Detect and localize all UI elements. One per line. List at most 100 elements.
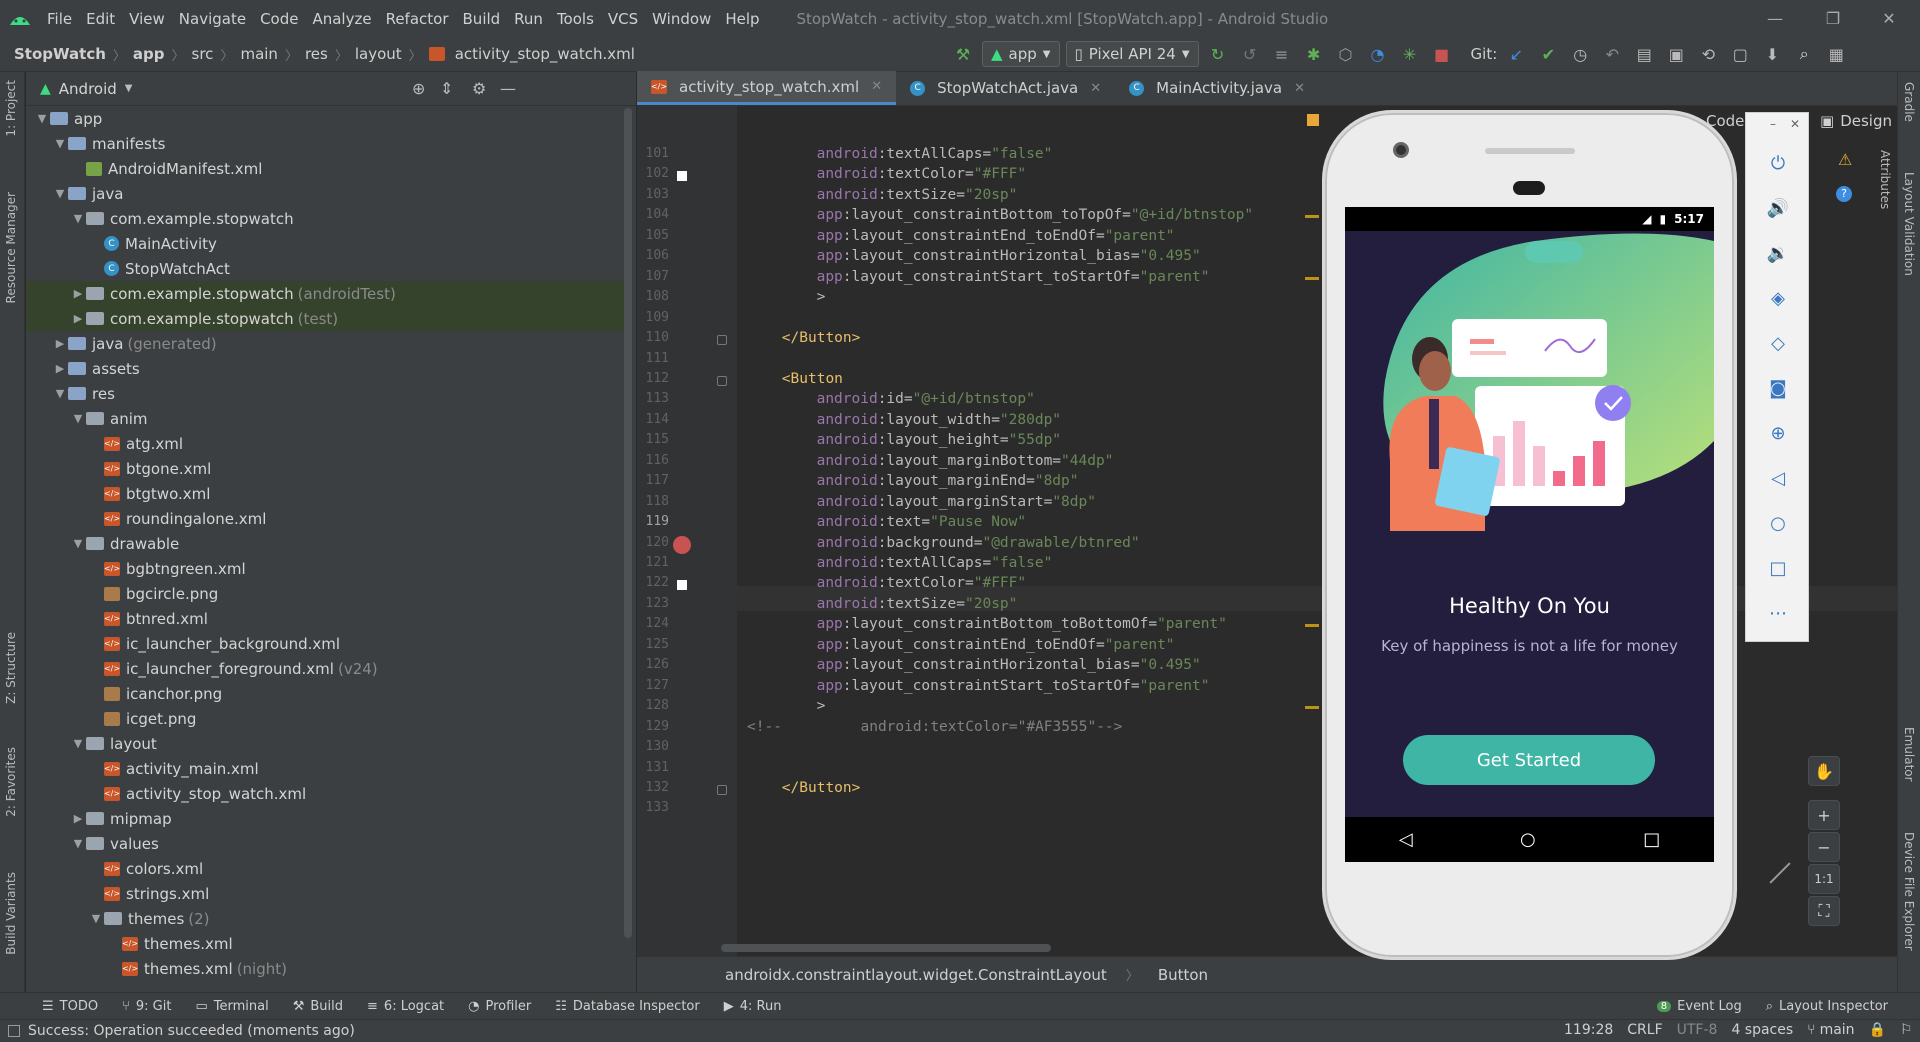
lock-icon[interactable]: 🔒: [1869, 1022, 1886, 1038]
expanded-arrow-icon[interactable]: ▼: [70, 212, 86, 225]
menu-view[interactable]: View: [122, 10, 172, 28]
sdk-manager-icon[interactable]: ⬇: [1759, 41, 1785, 67]
code-line[interactable]: app:layout_constraintStart_toStartOf="pa…: [747, 678, 1210, 694]
menu-edit[interactable]: Edit: [79, 10, 122, 28]
tree-item[interactable]: icanchor.png: [26, 681, 624, 706]
expanded-arrow-icon[interactable]: ▼: [88, 912, 104, 925]
tree-item[interactable]: ▼ themes (2): [26, 906, 624, 931]
tree-item[interactable]: ▶ com.example.stopwatch (test): [26, 306, 624, 331]
git-history-icon[interactable]: ◷: [1567, 41, 1593, 67]
device-select[interactable]: ▯ Pixel API 24 ▼: [1065, 41, 1199, 67]
zoom-in-icon[interactable]: +: [1808, 800, 1840, 830]
warning-stripe-marker[interactable]: [1305, 706, 1319, 710]
tree-item[interactable]: ▶ java (generated): [26, 331, 624, 356]
stop-icon[interactable]: ■: [1429, 41, 1455, 67]
code-line[interactable]: android:background="@drawable/btnred": [747, 535, 1140, 551]
device-file-explorer-tool-tab[interactable]: Device File Explorer: [1902, 832, 1916, 951]
bottom-tool-build[interactable]: ⚒ Build: [281, 999, 355, 1014]
resource-manager-tool-tab[interactable]: Resource Manager: [4, 192, 18, 303]
tree-item[interactable]: ▼ drawable: [26, 531, 624, 556]
breadcrumb-file[interactable]: activity_stop_watch.xml: [451, 45, 639, 63]
close-tab-icon[interactable]: ✕: [1090, 81, 1101, 96]
editor-breadcrumb-item[interactable]: Button: [1158, 966, 1208, 984]
editor-tab[interactable]: C StopWatchAct.java ✕: [896, 71, 1115, 105]
line-number[interactable]: 119: [637, 514, 669, 529]
overview-icon[interactable]: □: [1746, 550, 1810, 586]
code-line[interactable]: app:layout_constraintEnd_toEndOf="parent…: [747, 228, 1175, 244]
gear-icon[interactable]: ⚙: [472, 79, 486, 98]
bottom-tool-profiler[interactable]: ◔ Profiler: [456, 999, 543, 1014]
line-number[interactable]: 120: [637, 535, 669, 550]
menu-vcs[interactable]: VCS: [601, 10, 645, 28]
debug-icon[interactable]: ✱: [1301, 41, 1327, 67]
tree-item[interactable]: icget.png: [26, 706, 624, 731]
minimize-icon[interactable]: —: [1752, 0, 1798, 37]
close-tab-icon[interactable]: ✕: [1294, 81, 1305, 96]
code-line[interactable]: android:textSize="20sp": [747, 187, 1018, 203]
line-number[interactable]: 126: [637, 657, 669, 672]
code-line[interactable]: <Button: [747, 371, 843, 387]
line-number[interactable]: 108: [637, 289, 669, 304]
emulator-screen[interactable]: ◢ ▮ 5:17 Healthy On You Key of happiness…: [1345, 207, 1714, 862]
tree-item[interactable]: </> colors.xml: [26, 856, 624, 881]
bottom-tool-4-run[interactable]: ▶ 4: Run: [712, 999, 794, 1014]
line-number[interactable]: 103: [637, 187, 669, 202]
tree-item[interactable]: </> ic_launcher_background.xml: [26, 631, 624, 656]
code-line[interactable]: android:textSize="20sp": [747, 596, 1018, 612]
bottom-tool-database-inspector[interactable]: ☷ Database Inspector: [543, 999, 711, 1014]
line-number[interactable]: 105: [637, 228, 669, 243]
run-config-select[interactable]: ▲ app ▼: [982, 41, 1060, 67]
expanded-arrow-icon[interactable]: ▼: [70, 412, 86, 425]
close-icon[interactable]: ✕: [1790, 117, 1800, 131]
bottom-tool-6-logcat[interactable]: ≡ 6: Logcat: [355, 999, 456, 1014]
breadcrumb-res[interactable]: res: [301, 45, 332, 63]
collapsed-arrow-icon[interactable]: ▶: [70, 312, 86, 325]
git-rollback-icon[interactable]: ↶: [1599, 41, 1625, 67]
attach-debugger-icon[interactable]: ⬡: [1333, 41, 1359, 67]
menu-analyze[interactable]: Analyze: [305, 10, 378, 28]
line-number[interactable]: 130: [637, 739, 669, 754]
menu-window[interactable]: Window: [645, 10, 718, 28]
line-number[interactable]: 118: [637, 494, 669, 509]
expanded-arrow-icon[interactable]: ▼: [52, 137, 68, 150]
expanded-arrow-icon[interactable]: ▼: [70, 537, 86, 550]
editor-breadcrumb-item[interactable]: androidx.constraintlayout.widget.Constra…: [725, 966, 1107, 984]
caret-position[interactable]: 119:28: [1564, 1022, 1613, 1038]
code-line[interactable]: app:layout_constraintBottom_toTopOf="@+i…: [747, 207, 1254, 223]
line-number[interactable]: 121: [637, 555, 669, 570]
structure-tool-tab[interactable]: Z: Structure: [4, 632, 18, 704]
project-structure-icon[interactable]: ▤: [1631, 41, 1657, 67]
code-line[interactable]: android:textAllCaps="false": [747, 555, 1053, 571]
line-number[interactable]: 104: [637, 207, 669, 222]
warning-stripe-marker[interactable]: [1305, 624, 1319, 628]
menu-tools[interactable]: Tools: [550, 10, 601, 28]
breadcrumb-main[interactable]: main: [236, 45, 281, 63]
line-number[interactable]: 102: [637, 166, 669, 181]
fold-marker-icon[interactable]: [717, 375, 727, 386]
tree-item[interactable]: C StopWatchAct: [26, 256, 624, 281]
get-started-button[interactable]: Get Started: [1403, 735, 1655, 785]
indent-setting[interactable]: 4 spaces: [1731, 1022, 1793, 1038]
expanded-arrow-icon[interactable]: ▼: [70, 837, 86, 850]
layout-validation-tool-tab[interactable]: Layout Validation: [1902, 172, 1916, 276]
tree-item[interactable]: ▶ assets: [26, 356, 624, 381]
chevron-down-icon[interactable]: ▼: [125, 83, 133, 94]
home-icon[interactable]: ○: [1520, 829, 1536, 850]
bottom-tool-todo[interactable]: ☰ TODO: [30, 999, 110, 1014]
code-line[interactable]: app:layout_constraintEnd_toEndOf="parent…: [747, 637, 1175, 653]
menu-file[interactable]: File: [40, 10, 79, 28]
menu-build[interactable]: Build: [456, 10, 508, 28]
line-number[interactable]: 122: [637, 575, 669, 590]
tree-item[interactable]: </> activity_stop_watch.xml: [26, 781, 624, 806]
project-view-select[interactable]: Android: [59, 80, 117, 98]
bottom-tool-layout-inspector[interactable]: ⌕ Layout Inspector: [1754, 999, 1900, 1014]
make-project-hammer-icon[interactable]: ⚒: [950, 41, 976, 67]
attributes-tool-tab[interactable]: Attributes: [1866, 150, 1892, 220]
apply-changes-icon[interactable]: ↻: [1205, 41, 1231, 67]
tree-item[interactable]: </> strings.xml: [26, 881, 624, 906]
pan-hand-icon[interactable]: ✋: [1808, 756, 1840, 786]
line-number[interactable]: 127: [637, 678, 669, 693]
line-number[interactable]: 117: [637, 473, 669, 488]
zoom-icon[interactable]: ⊕: [1746, 415, 1810, 451]
recents-icon[interactable]: □: [1643, 829, 1660, 850]
